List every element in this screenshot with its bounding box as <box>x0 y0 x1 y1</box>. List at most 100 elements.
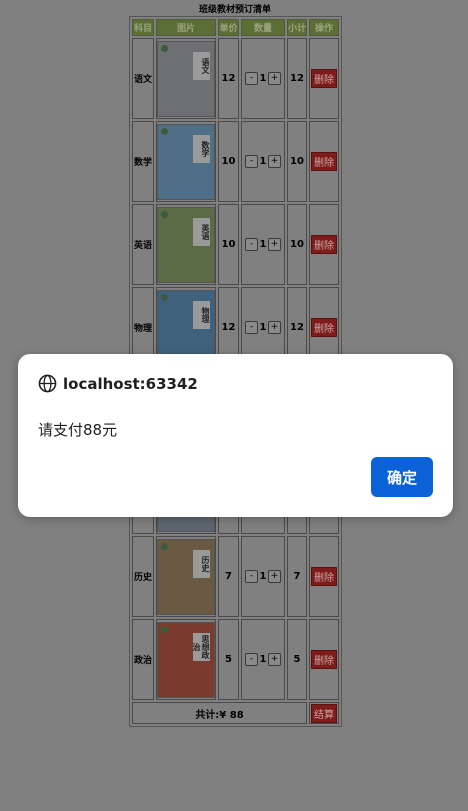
header-action: 操作 <box>309 19 339 36</box>
textbook-cover-image: 思想政治 <box>157 621 215 698</box>
dialog-title: localhost:63342 <box>63 374 198 393</box>
cover-cell: 英语 <box>156 204 216 285</box>
table-row: 政治 思想政治 5-1 +5 删除 <box>132 619 339 700</box>
delete-button[interactable]: 删除 <box>311 152 337 171</box>
subtotal-cell: 10 <box>287 204 307 285</box>
price-cell: 12 <box>218 38 239 119</box>
publisher-logo-icon <box>161 127 168 135</box>
total-row: 共计:¥ 88 结算 <box>132 702 339 724</box>
decrease-button[interactable]: - <box>245 155 258 168</box>
cover-title: 物理 <box>193 300 210 329</box>
quantity-value: 1 <box>259 239 267 250</box>
action-cell: 删除 <box>309 536 339 617</box>
quantity-cell: -1+ <box>241 204 285 285</box>
publisher-logo-icon <box>161 210 168 218</box>
publisher-logo-icon <box>161 625 168 633</box>
alert-dialog: localhost:63342 请支付88元 确定 <box>18 354 453 517</box>
quantity-stepper: -1+ <box>245 155 281 168</box>
quantity-stepper: -1+ <box>245 72 281 85</box>
subtotal-cell: 10 <box>287 121 307 202</box>
table-row: 英语 英语 10-1 +10 删除 <box>132 204 339 285</box>
header-price: 单价 <box>218 19 239 36</box>
increase-button[interactable]: + <box>268 321 281 334</box>
quantity-value: 1 <box>259 73 267 84</box>
subject-cell: 语文 <box>132 38 154 119</box>
subject-cell: 数学 <box>132 121 154 202</box>
table-row: 语文 语文 12-1 +12 删除 <box>132 38 339 119</box>
cover-title: 数学 <box>193 134 210 163</box>
subtotal-cell: 12 <box>287 38 307 119</box>
checkout-cell: 结算 <box>309 702 339 724</box>
increase-button[interactable]: + <box>268 72 281 85</box>
table-caption: 班级教材预订清单 <box>198 5 271 15</box>
action-cell: 删除 <box>309 619 339 700</box>
header-image: 图片 <box>156 19 216 36</box>
cover-cell: 数学 <box>156 121 216 202</box>
quantity-value: 1 <box>259 654 267 665</box>
delete-button[interactable]: 删除 <box>311 235 337 254</box>
quantity-value: 1 <box>259 571 267 582</box>
subtotal-cell: 7 <box>287 536 307 617</box>
cover-title: 英语 <box>193 217 210 246</box>
table-row: 历史 历史 7-1 +7 删除 <box>132 536 339 617</box>
table-header-row: 科目 图片 单价 数量 小计 操作 <box>132 19 339 36</box>
total-amount: 共计:¥ 88 <box>132 702 307 724</box>
price-cell: 7 <box>218 536 239 617</box>
increase-button[interactable]: + <box>268 238 281 251</box>
quantity-value: 1 <box>259 322 267 333</box>
textbook-cover-image: 数学 <box>157 123 215 200</box>
price-cell: 10 <box>218 204 239 285</box>
cover-cell: 历史 <box>156 536 216 617</box>
cover-title: 思想政治 <box>192 632 210 661</box>
price-cell: 10 <box>218 121 239 202</box>
table-row: 数学 数学 10-1 +10 删除 <box>132 121 339 202</box>
quantity-stepper: -1+ <box>245 238 281 251</box>
subject-cell: 英语 <box>132 204 154 285</box>
textbook-cover-image: 英语 <box>157 206 215 283</box>
quantity-stepper: -1+ <box>245 321 281 334</box>
decrease-button[interactable]: - <box>245 72 258 85</box>
quantity-cell: -1+ <box>241 619 285 700</box>
delete-button[interactable]: 删除 <box>311 567 337 586</box>
publisher-logo-icon <box>161 44 168 52</box>
quantity-cell: -1+ <box>241 121 285 202</box>
action-cell: 删除 <box>309 204 339 285</box>
cover-title: 语文 <box>193 51 210 80</box>
decrease-button[interactable]: - <box>245 570 258 583</box>
action-cell: 删除 <box>309 38 339 119</box>
header-subtotal: 小计 <box>287 19 307 36</box>
globe-icon <box>38 374 57 393</box>
quantity-value: 1 <box>259 156 267 167</box>
increase-button[interactable]: + <box>268 155 281 168</box>
subtotal-cell: 5 <box>287 619 307 700</box>
publisher-logo-icon <box>161 293 168 301</box>
textbook-cover-image: 语文 <box>157 40 215 117</box>
cover-title: 历史 <box>193 549 210 578</box>
quantity-cell: -1+ <box>241 536 285 617</box>
dialog-message: 请支付88元 <box>38 421 118 439</box>
delete-button[interactable]: 删除 <box>311 69 337 88</box>
increase-button[interactable]: + <box>268 570 281 583</box>
decrease-button[interactable]: - <box>245 321 258 334</box>
delete-button[interactable]: 删除 <box>311 650 337 669</box>
textbook-cover-image: 历史 <box>157 538 215 615</box>
quantity-stepper: -1+ <box>245 653 281 666</box>
publisher-logo-icon <box>161 542 168 550</box>
decrease-button[interactable]: - <box>245 653 258 666</box>
subject-cell: 政治 <box>132 619 154 700</box>
decrease-button[interactable]: - <box>245 238 258 251</box>
subject-cell: 历史 <box>132 536 154 617</box>
dialog-header: localhost:63342 <box>38 374 198 393</box>
quantity-stepper: -1+ <box>245 570 281 583</box>
action-cell: 删除 <box>309 121 339 202</box>
delete-button[interactable]: 删除 <box>311 318 337 337</box>
cover-cell: 语文 <box>156 38 216 119</box>
increase-button[interactable]: + <box>268 653 281 666</box>
ok-button[interactable]: 确定 <box>371 457 433 497</box>
quantity-cell: -1+ <box>241 38 285 119</box>
cover-cell: 思想政治 <box>156 619 216 700</box>
header-quantity: 数量 <box>241 19 285 36</box>
price-cell: 5 <box>218 619 239 700</box>
header-subject: 科目 <box>132 19 154 36</box>
checkout-button[interactable]: 结算 <box>311 703 337 723</box>
